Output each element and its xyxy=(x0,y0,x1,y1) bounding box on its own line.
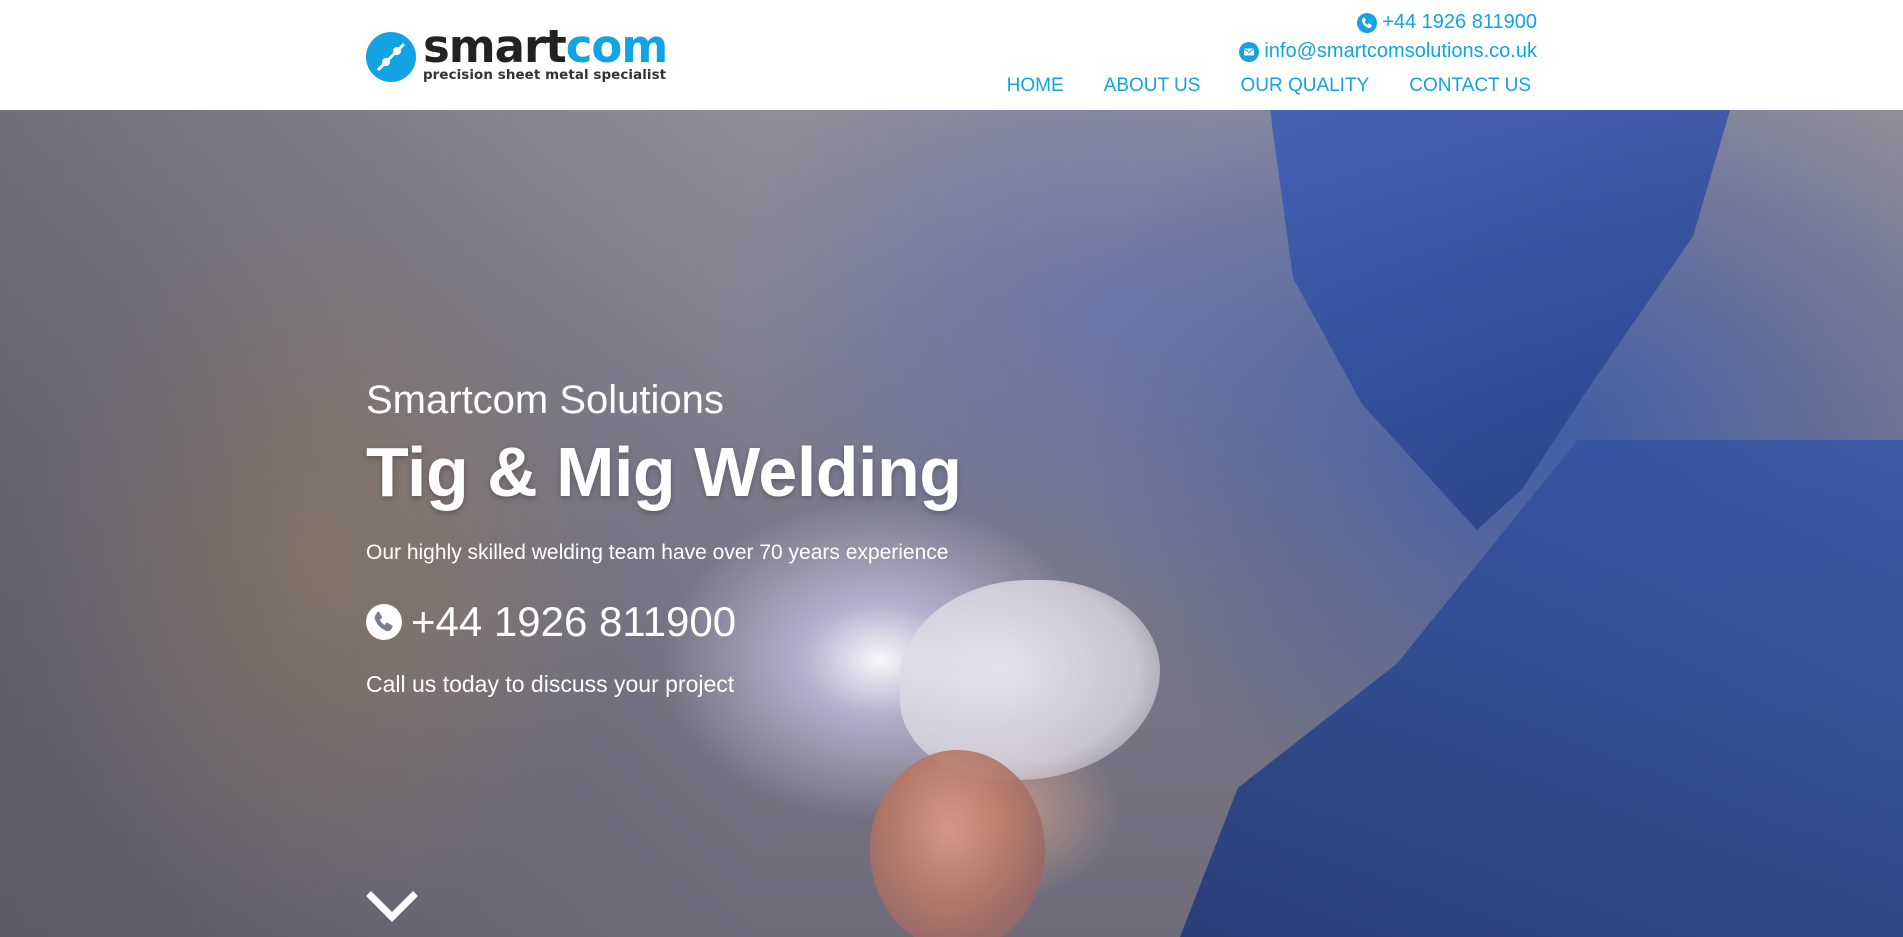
scroll-down-button[interactable] xyxy=(366,890,418,924)
phone-icon xyxy=(366,604,402,640)
chevron-down-icon xyxy=(366,891,418,922)
hero-phone-link[interactable]: +44 1926 811900 xyxy=(366,594,736,650)
envelope-icon xyxy=(1239,41,1260,62)
logo[interactable]: smartcom precision sheet metal specialis… xyxy=(366,22,668,86)
hero-title: Tig & Mig Welding xyxy=(366,433,962,511)
nav-contact-us[interactable]: CONTACT US xyxy=(1409,72,1531,100)
hero-background-sleeve xyxy=(1180,440,1903,937)
phone-icon xyxy=(1357,12,1378,33)
nav-our-quality[interactable]: OUR QUALITY xyxy=(1240,72,1369,100)
header-contact: +44 1926 811900 info@smartcomsolutions.c… xyxy=(1239,8,1537,66)
hero-subtitle: Smartcom Solutions xyxy=(366,378,724,422)
hero-content: Smartcom Solutions Tig & Mig Welding Our… xyxy=(366,110,1166,937)
site-header: smartcom precision sheet metal specialis… xyxy=(0,0,1903,110)
main-nav: HOME ABOUT US OUR QUALITY CONTACT US xyxy=(1007,72,1531,100)
logo-wordmark: smartcom xyxy=(423,20,668,73)
nav-about-us[interactable]: ABOUT US xyxy=(1104,72,1201,100)
header-email-text: info@smartcomsolutions.co.uk xyxy=(1264,40,1537,62)
nav-home[interactable]: HOME xyxy=(1007,72,1064,100)
header-phone-text: +44 1926 811900 xyxy=(1382,11,1537,33)
header-phone-link[interactable]: +44 1926 811900 xyxy=(1239,8,1537,37)
hero-description: Our highly skilled welding team have ove… xyxy=(366,541,949,564)
logo-mark-icon xyxy=(366,32,416,82)
hero-call-to-action: Call us today to discuss your project xyxy=(366,671,735,697)
header-email-link[interactable]: info@smartcomsolutions.co.uk xyxy=(1239,37,1537,66)
logo-tagline: precision sheet metal specialist xyxy=(423,68,667,83)
hero-banner: Smartcom Solutions Tig & Mig Welding Our… xyxy=(0,110,1903,937)
hero-phone-number: +44 1926 811900 xyxy=(411,598,737,645)
